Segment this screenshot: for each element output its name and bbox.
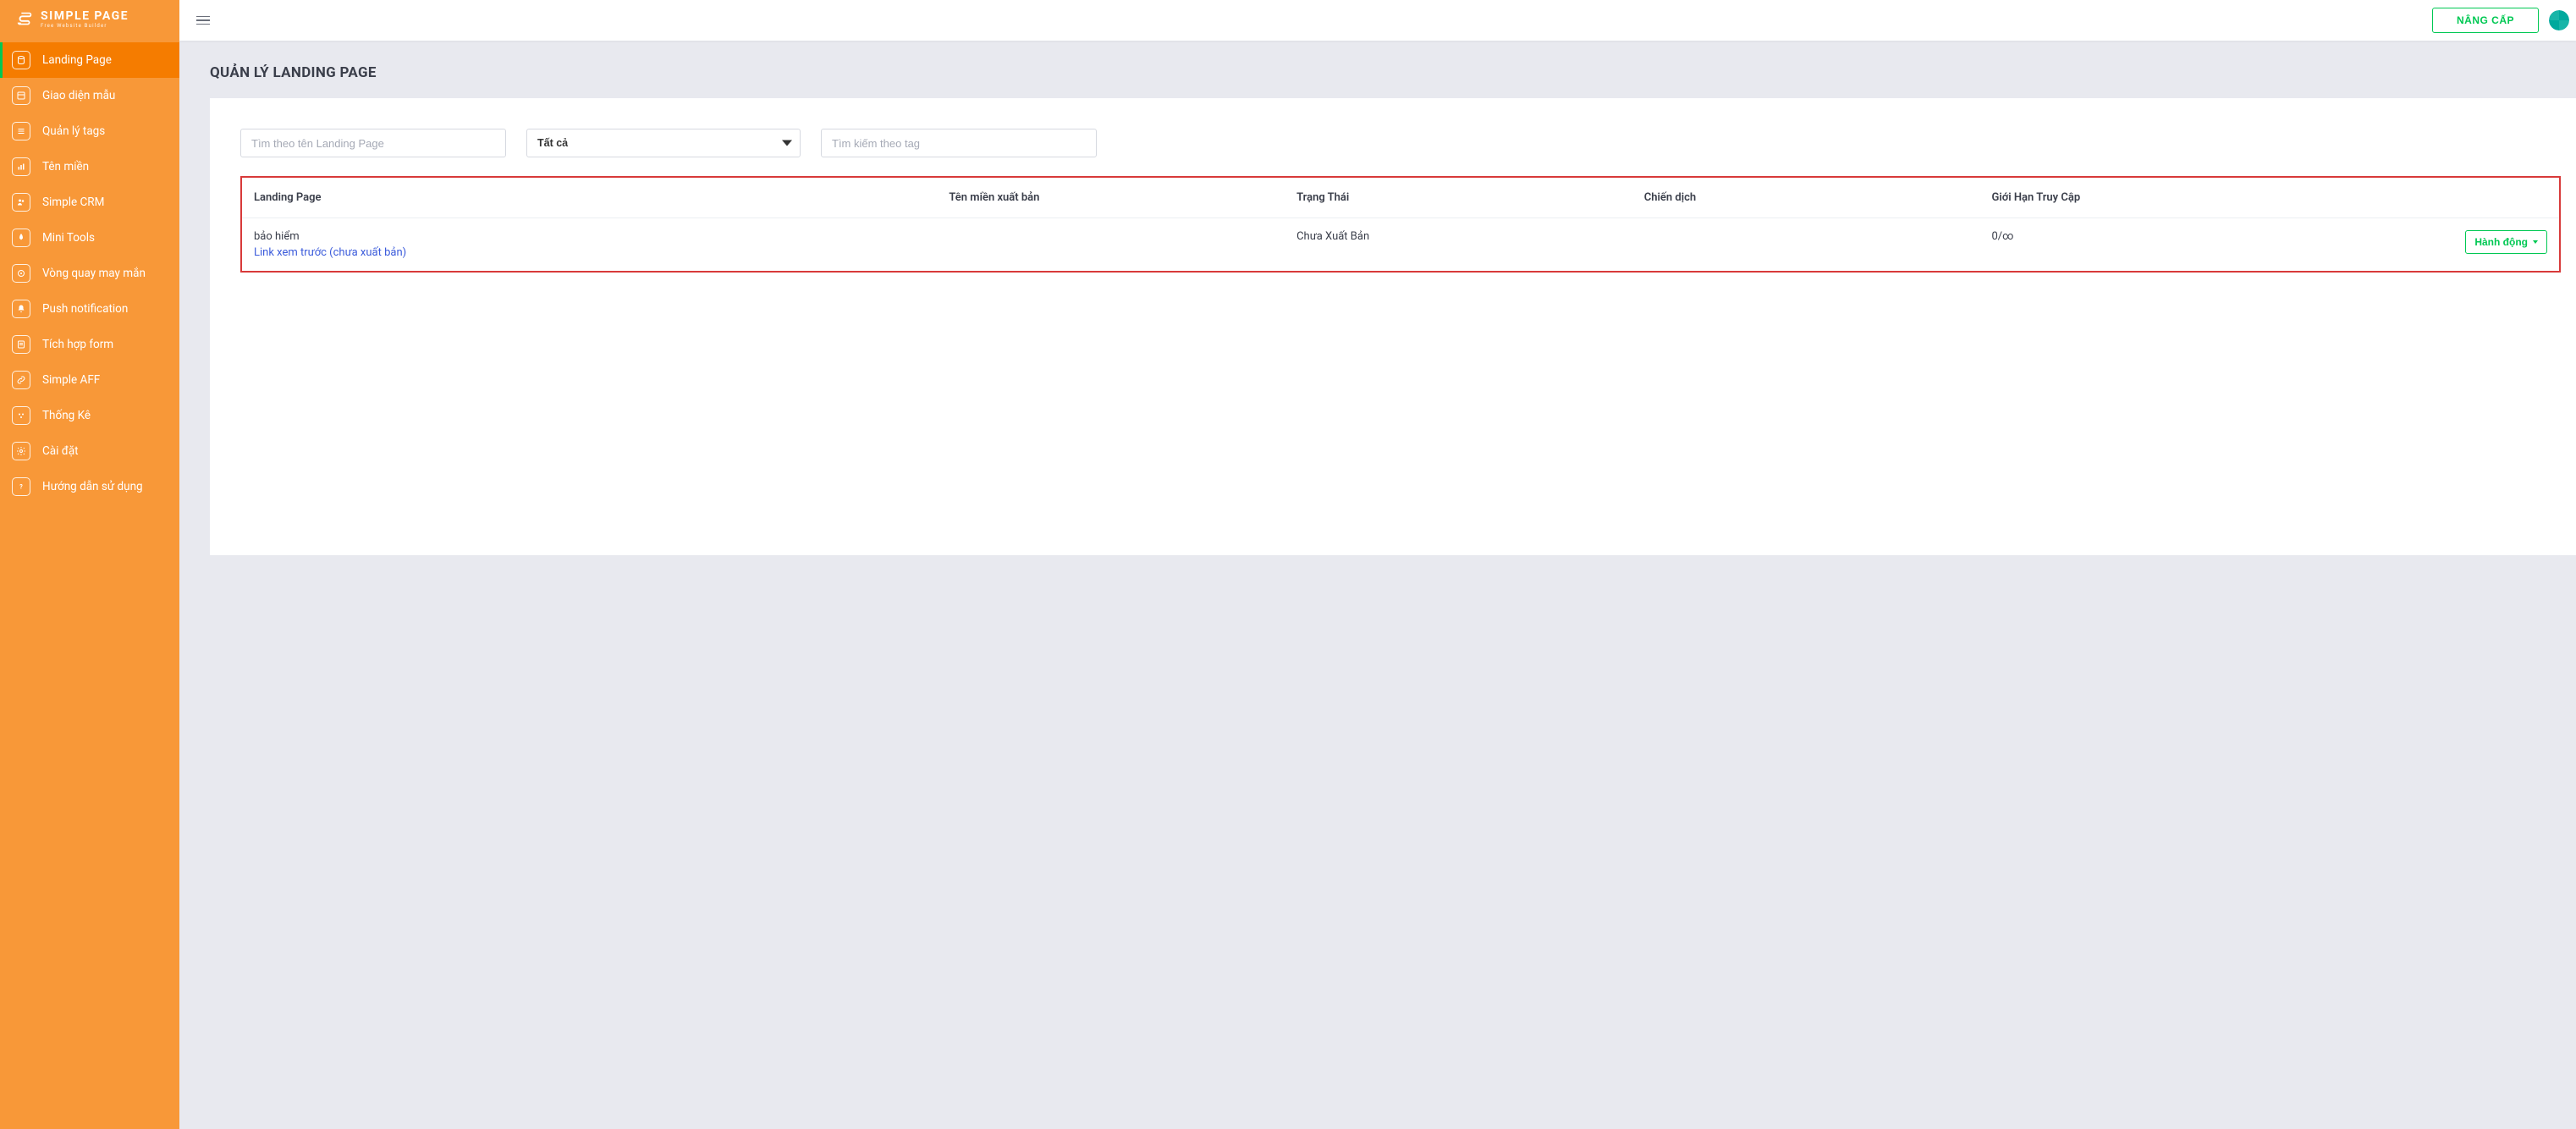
sidebar-item-crm[interactable]: Simple CRM (0, 184, 179, 220)
brand-text: SIMPLE PAGE Free Website Builder (41, 10, 129, 29)
row-limit: 0/∞ (1979, 218, 2327, 272)
sidebar-item-label: Quản lý tags (42, 124, 105, 138)
row-domain (937, 218, 1285, 272)
sidebar-item-label: Thống Kê (42, 409, 91, 422)
avatar[interactable] (2549, 10, 2569, 30)
sidebar-item-label: Tích hợp form (42, 338, 113, 351)
main-area: NÂNG CẤP QUẢN LÝ LANDING PAGE Tất cả La (179, 0, 2576, 1129)
circle-icon (12, 264, 30, 283)
status-select[interactable]: Tất cả (526, 129, 801, 157)
search-tag-input[interactable] (821, 129, 1097, 157)
chart-icon (12, 157, 30, 176)
sidebar-item-aff[interactable]: Simple AFF (0, 362, 179, 398)
sidebar-item-forms[interactable]: Tích hợp form (0, 327, 179, 362)
users-icon (12, 193, 30, 212)
col-header-domain: Tên miền xuất bản (937, 178, 1285, 218)
row-name: bảo hiểm (254, 230, 300, 243)
sidebar-item-label: Simple AFF (42, 373, 100, 387)
sidebar-item-label: Vòng quay may mắn (42, 267, 146, 280)
database-icon (12, 51, 30, 69)
sidebar: SIMPLE PAGE Free Website Builder Landing… (0, 0, 179, 1129)
sidebar-item-settings[interactable]: Cài đặt (0, 433, 179, 469)
list-icon (12, 122, 30, 140)
content: QUẢN LÝ LANDING PAGE Tất cả Landing Page (179, 41, 2576, 1129)
menu-toggle-icon[interactable] (191, 11, 215, 30)
sidebar-item-label: Hướng dẫn sử dụng (42, 480, 143, 493)
brand-subtitle: Free Website Builder (41, 24, 129, 29)
template-icon (12, 86, 30, 105)
sidebar-item-label: Cài đặt (42, 444, 79, 458)
svg-text:?: ? (19, 484, 23, 491)
col-header-landing: Landing Page (242, 178, 937, 218)
sidebar-item-label: Landing Page (42, 53, 112, 67)
table-highlight: Landing Page Tên miền xuất bản Trạng Thá… (240, 176, 2561, 273)
col-header-status: Trạng Thái (1285, 178, 1632, 218)
col-header-campaign: Chiến dịch (1632, 178, 1980, 218)
sidebar-item-label: Simple CRM (42, 196, 104, 209)
sidebar-item-label: Giao diện mẫu (42, 89, 115, 102)
sidebar-item-stats[interactable]: Thống Kê (0, 398, 179, 433)
table-header-row: Landing Page Tên miền xuất bản Trạng Thá… (242, 178, 2559, 218)
col-header-limit: Giới Hạn Truy Cập (1979, 178, 2327, 218)
bell-icon (12, 300, 30, 318)
form-icon (12, 335, 30, 354)
col-header-action (2327, 178, 2559, 218)
action-dropdown-button[interactable]: Hành động (2465, 230, 2547, 254)
sidebar-item-minitools[interactable]: Mini Tools (0, 220, 179, 256)
sidebar-item-push[interactable]: Push notification (0, 291, 179, 327)
sidebar-item-label: Push notification (42, 302, 128, 316)
brand-logo[interactable]: SIMPLE PAGE Free Website Builder (0, 0, 179, 42)
page-title: QUẢN LÝ LANDING PAGE (210, 64, 2576, 81)
sidebar-item-tags[interactable]: Quản lý tags (0, 113, 179, 149)
sidebar-item-domains[interactable]: Tên miền (0, 149, 179, 184)
brand-title: SIMPLE PAGE (41, 10, 129, 22)
sidebar-item-templates[interactable]: Giao diện mẫu (0, 78, 179, 113)
action-label: Hành động (2474, 236, 2528, 248)
help-icon: ? (12, 477, 30, 496)
row-campaign (1632, 218, 1980, 272)
row-status: Chưa Xuất Bản (1285, 218, 1632, 272)
search-name-input[interactable] (240, 129, 506, 157)
link-icon (12, 371, 30, 389)
sidebar-item-landing-page[interactable]: Landing Page (0, 42, 179, 78)
topbar: NÂNG CẤP (179, 0, 2576, 41)
rocket-icon (12, 229, 30, 247)
preview-link[interactable]: Link xem trước (chưa xuất bản) (254, 246, 925, 259)
panel: Tất cả Landing Page Tên miền xuất bản Tr… (210, 98, 2576, 555)
gear-icon (12, 442, 30, 460)
sidebar-item-label: Tên miền (42, 160, 89, 173)
upgrade-button[interactable]: NÂNG CẤP (2432, 8, 2539, 33)
sidebar-item-luckywheel[interactable]: Vòng quay may mắn (0, 256, 179, 291)
filter-row: Tất cả (240, 129, 2561, 157)
sidebar-nav: Landing Page Giao diện mẫu Quản lý tags … (0, 42, 179, 504)
brand-logo-icon (15, 10, 34, 29)
stats-icon (12, 406, 30, 425)
landing-pages-table: Landing Page Tên miền xuất bản Trạng Thá… (242, 178, 2559, 271)
sidebar-item-help[interactable]: ? Hướng dẫn sử dụng (0, 469, 179, 504)
table-row: bảo hiểm Link xem trước (chưa xuất bản) … (242, 218, 2559, 272)
sidebar-item-label: Mini Tools (42, 231, 95, 245)
